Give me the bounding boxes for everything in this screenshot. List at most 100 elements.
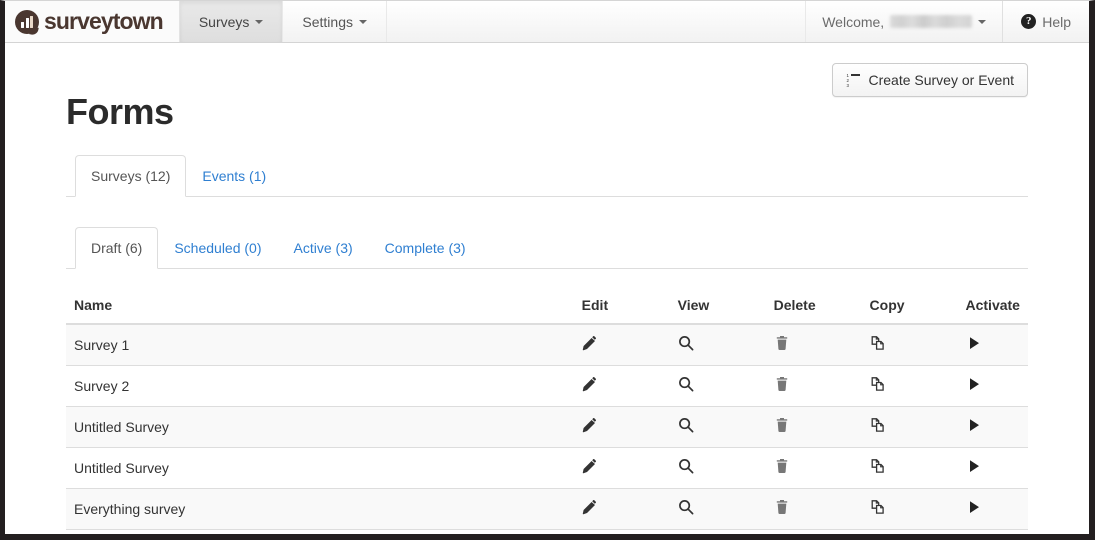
edit-cell [573, 323, 670, 366]
help-label: Help [1042, 13, 1071, 30]
magnifier-icon[interactable] [678, 335, 698, 355]
play-triangle-icon[interactable] [966, 458, 986, 478]
copy-cell [861, 364, 958, 407]
delete-cell [765, 487, 862, 530]
tab-active-label: Active (3) [293, 239, 353, 256]
activate-cell [957, 405, 1028, 448]
copy-pages-icon[interactable] [870, 335, 890, 355]
tab-events-label: Events (1) [202, 167, 267, 184]
copy-cell [861, 487, 958, 530]
trash-icon[interactable] [774, 417, 794, 437]
delete-cell [765, 528, 862, 534]
magnifier-icon[interactable] [678, 417, 698, 437]
tab-scheduled[interactable]: Scheduled (0) [158, 227, 277, 269]
welcome-label: Welcome, [822, 13, 885, 30]
account-menu[interactable]: Welcome, [805, 1, 1002, 42]
edit-cell [573, 446, 670, 489]
edit-cell [573, 487, 670, 530]
tab-events[interactable]: Events (1) [186, 155, 282, 197]
nav-item-surveys-label: Surveys [198, 13, 250, 30]
table-header-row: Name Edit View Delete Copy Activate [66, 288, 1028, 325]
play-triangle-icon[interactable] [966, 335, 986, 355]
column-header-edit: Edit [573, 288, 670, 325]
view-cell [669, 487, 766, 530]
copy-pages-icon[interactable] [870, 417, 890, 437]
activate-cell [957, 487, 1028, 530]
survey-name-cell: Survey 1 [66, 323, 574, 366]
tab-scheduled-label: Scheduled (0) [174, 239, 262, 256]
table-header: Name Edit View Delete Copy Activate [66, 288, 1028, 325]
copy-pages-icon[interactable] [870, 376, 890, 396]
trash-icon[interactable] [774, 458, 794, 478]
edit-cell [573, 364, 670, 407]
column-header-copy: Copy [861, 288, 958, 325]
top-navbar: surveytown Surveys Settings Welcome, ? H… [5, 1, 1089, 43]
tab-complete-label: Complete (3) [384, 239, 466, 256]
username-redacted [890, 15, 973, 28]
create-button-label: Create Survey or Event [868, 72, 1014, 88]
survey-name-cell: Untitled Survey [66, 405, 574, 448]
pencil-icon[interactable] [582, 499, 602, 519]
view-cell [669, 364, 766, 407]
table-body: Survey 1 Survey 2 Untitled Survey Untitl… [66, 323, 1028, 534]
table-row: Survey 2 [66, 364, 1028, 407]
delete-cell [765, 405, 862, 448]
copy-cell [861, 446, 958, 489]
pencil-icon[interactable] [582, 335, 602, 355]
nav-item-settings-label: Settings [302, 13, 353, 30]
tab-surveys[interactable]: Surveys (12) [75, 154, 187, 197]
question-circle-icon: ? [1021, 14, 1037, 29]
table-row: Everything survey [66, 487, 1028, 530]
copy-cell [861, 405, 958, 448]
magnifier-icon[interactable] [678, 499, 698, 519]
ordered-list-icon: 123 [846, 73, 861, 87]
magnifier-icon[interactable] [678, 458, 698, 478]
status-tabs: Draft (6) Scheduled (0) Active (3) Compl… [66, 226, 1028, 269]
pencil-icon[interactable] [582, 376, 602, 396]
table-row: Survey 12-29 [66, 528, 1028, 534]
brand-name: surveytown [44, 8, 164, 34]
trash-icon[interactable] [774, 335, 794, 355]
brand-logo-link[interactable]: surveytown [5, 1, 180, 42]
chevron-down-icon [978, 19, 987, 24]
delete-cell [765, 364, 862, 407]
browser-window-frame: surveytown Surveys Settings Welcome, ? H… [0, 0, 1095, 540]
content-container: 123 Create Survey or Event Forms Surveys… [66, 43, 1028, 534]
nav-item-surveys[interactable]: Surveys [179, 1, 284, 42]
table-row: Untitled Survey [66, 405, 1028, 448]
play-triangle-icon[interactable] [966, 376, 986, 396]
pencil-icon[interactable] [582, 458, 602, 478]
magnifier-icon[interactable] [678, 376, 698, 396]
tab-surveys-label: Surveys (12) [91, 167, 171, 184]
column-header-delete: Delete [765, 288, 862, 325]
play-triangle-icon[interactable] [966, 499, 986, 519]
delete-cell [765, 323, 862, 366]
delete-cell [765, 446, 862, 489]
tab-complete[interactable]: Complete (3) [369, 227, 482, 269]
trash-icon[interactable] [774, 376, 794, 396]
edit-cell [573, 528, 670, 534]
copy-cell [861, 528, 958, 534]
trash-icon[interactable] [774, 499, 794, 519]
surveytown-logo-icon [15, 9, 39, 36]
help-button[interactable]: ? Help [1002, 1, 1089, 42]
activate-cell [957, 364, 1028, 407]
play-triangle-icon[interactable] [966, 417, 986, 437]
pencil-icon[interactable] [582, 417, 602, 437]
column-header-activate: Activate [957, 288, 1028, 325]
survey-name-cell: Untitled Survey [66, 446, 574, 489]
survey-name-cell: Everything survey [66, 487, 574, 530]
column-header-name: Name [66, 288, 574, 325]
chevron-down-icon [255, 19, 264, 24]
nav-item-settings[interactable]: Settings [283, 1, 387, 42]
create-survey-or-event-button[interactable]: 123 Create Survey or Event [832, 63, 1028, 97]
copy-pages-icon[interactable] [870, 458, 890, 478]
tab-draft[interactable]: Draft (6) [75, 226, 159, 269]
navbar-right-group: Welcome, ? Help [805, 1, 1089, 42]
view-cell [669, 323, 766, 366]
primary-tabs: Surveys (12) Events (1) [66, 154, 1028, 197]
column-header-view: View [669, 288, 766, 325]
tab-active[interactable]: Active (3) [278, 227, 369, 269]
copy-pages-icon[interactable] [870, 499, 890, 519]
page-viewport: surveytown Surveys Settings Welcome, ? H… [5, 1, 1089, 534]
